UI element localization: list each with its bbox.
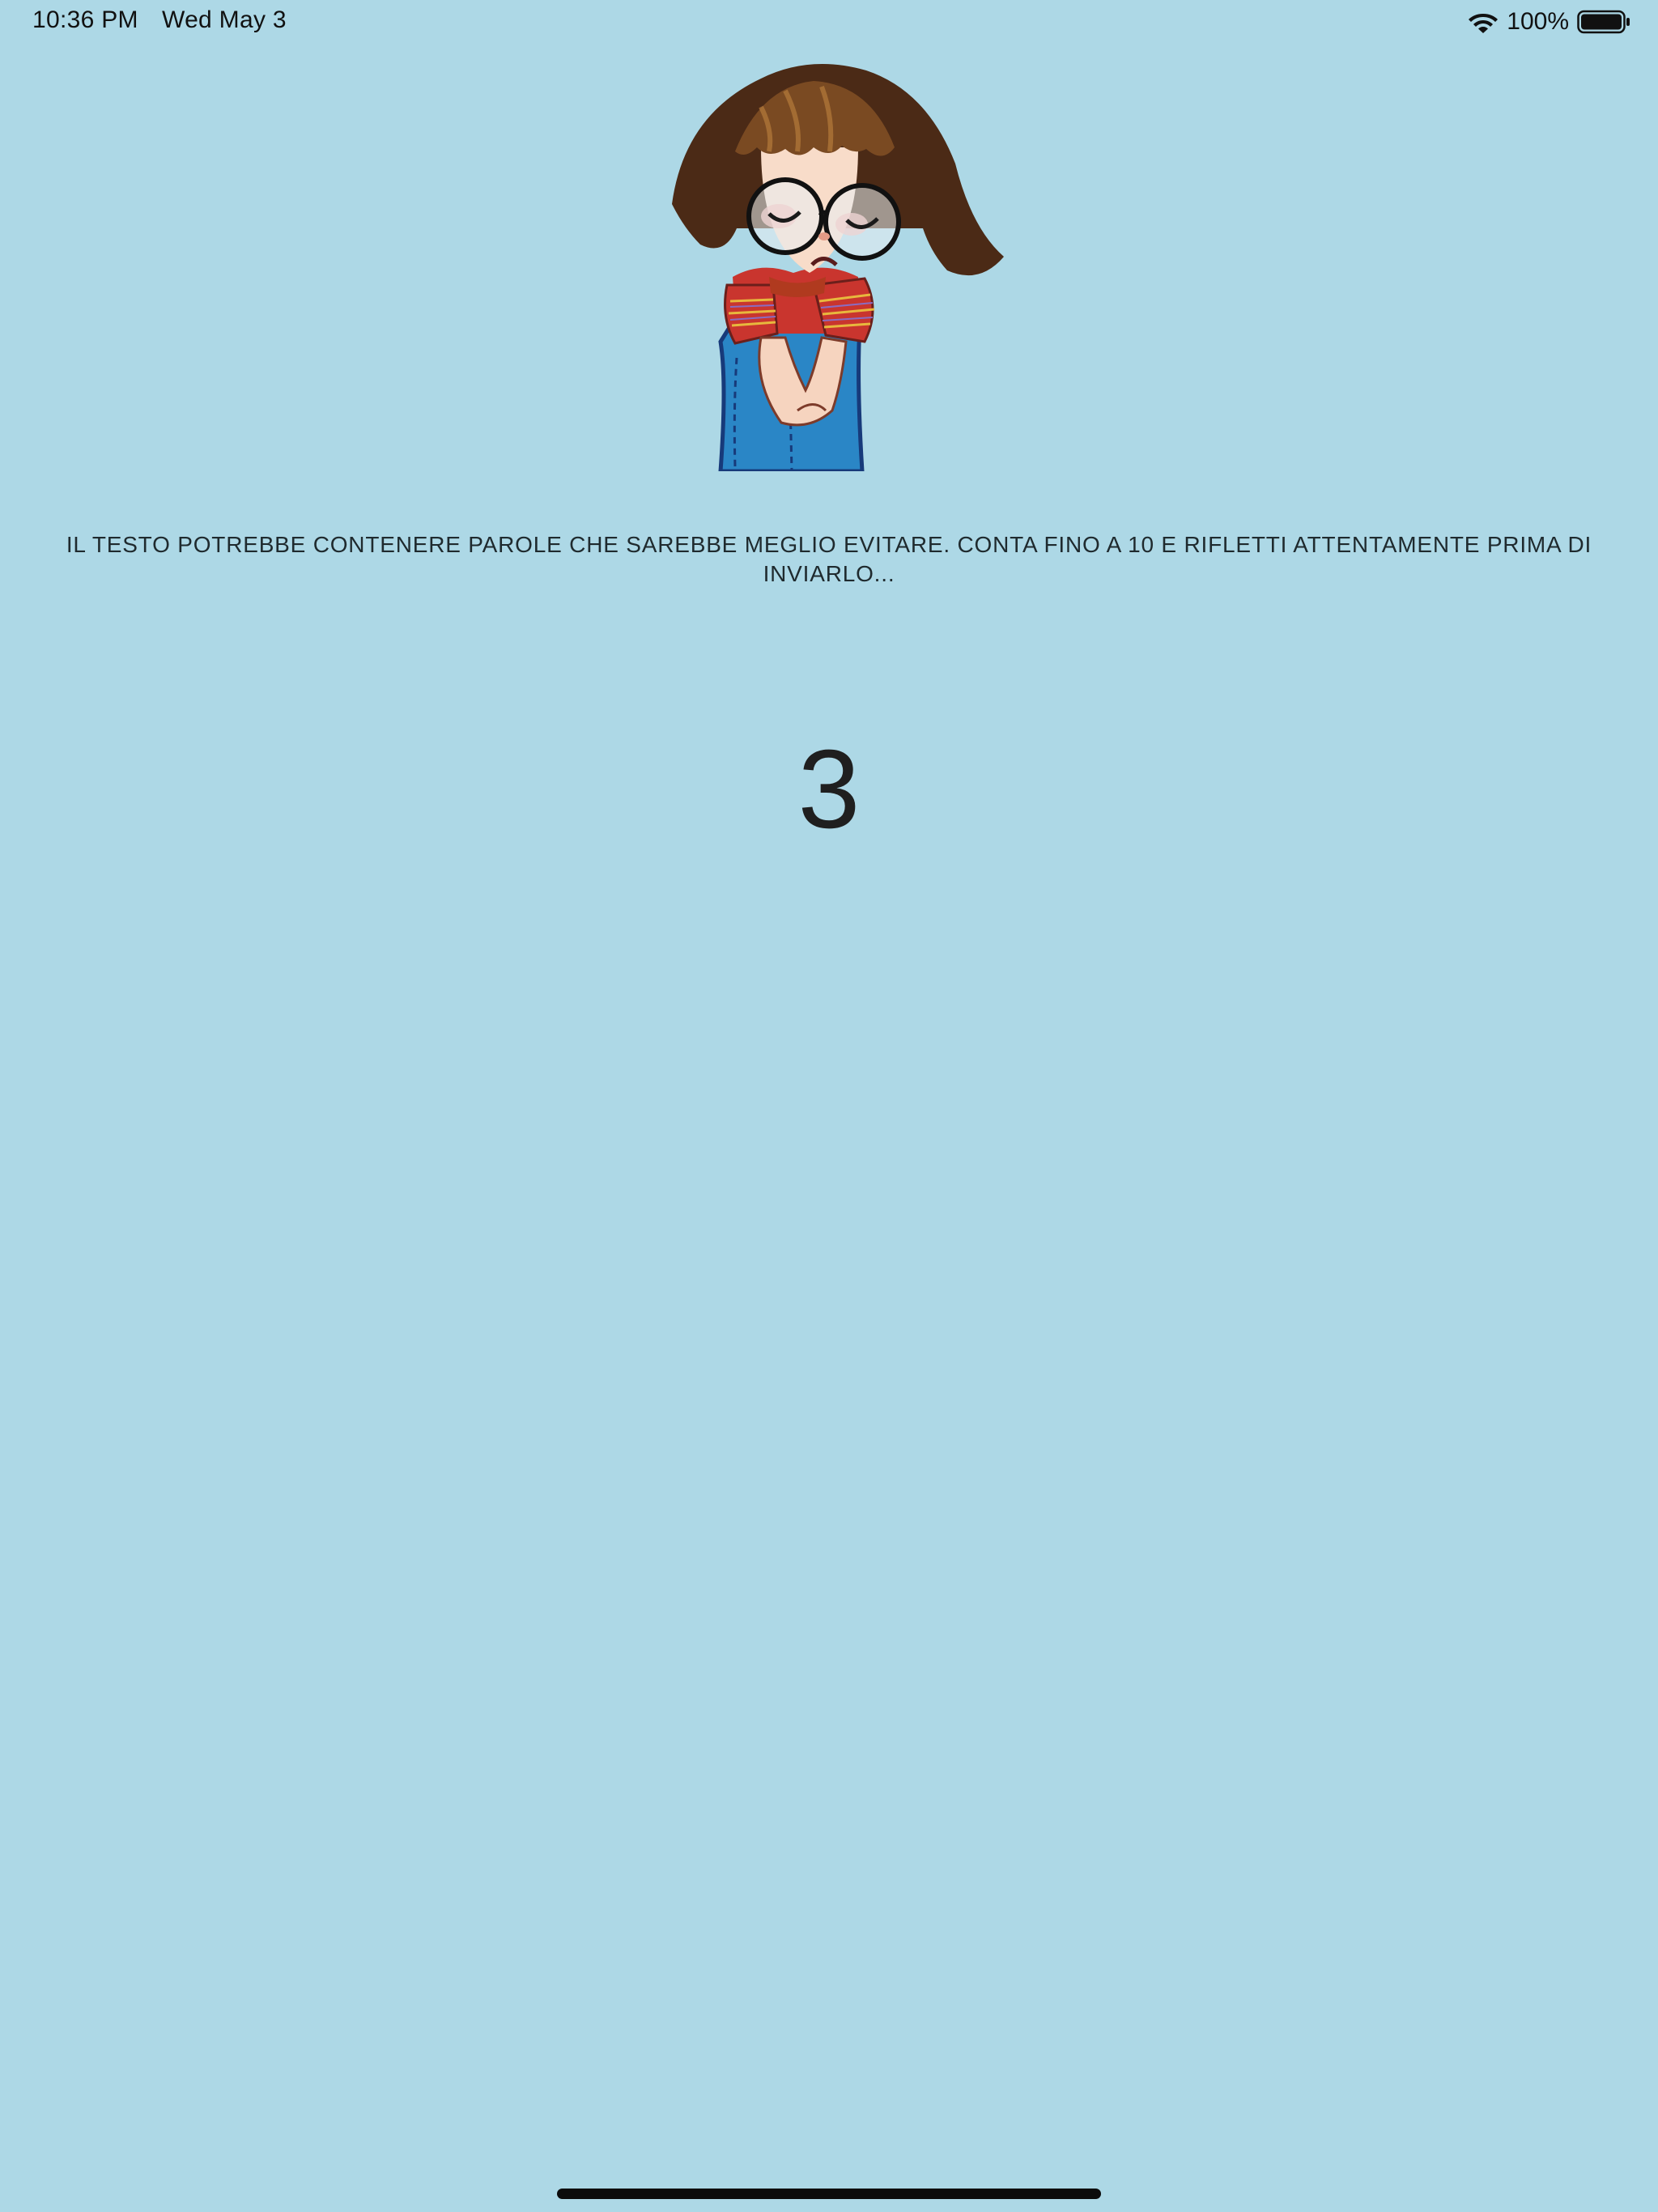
status-indicators: 100% (1468, 7, 1630, 36)
home-indicator[interactable] (557, 2189, 1101, 2199)
battery-icon (1577, 10, 1630, 34)
status-time: 10:36 PM (32, 6, 138, 33)
sad-girl-illustration (672, 64, 1004, 471)
countdown-number: 3 (797, 727, 861, 852)
warning-message: IL TESTO POTREBBE CONTENERE PAROLE CHE S… (66, 532, 1592, 586)
status-bar: 10:36 PM Wed May 3 100% (0, 0, 1658, 44)
battery-percent: 100% (1507, 8, 1569, 35)
wifi-icon (1469, 14, 1499, 33)
status-date: Wed May 3 (162, 6, 287, 33)
